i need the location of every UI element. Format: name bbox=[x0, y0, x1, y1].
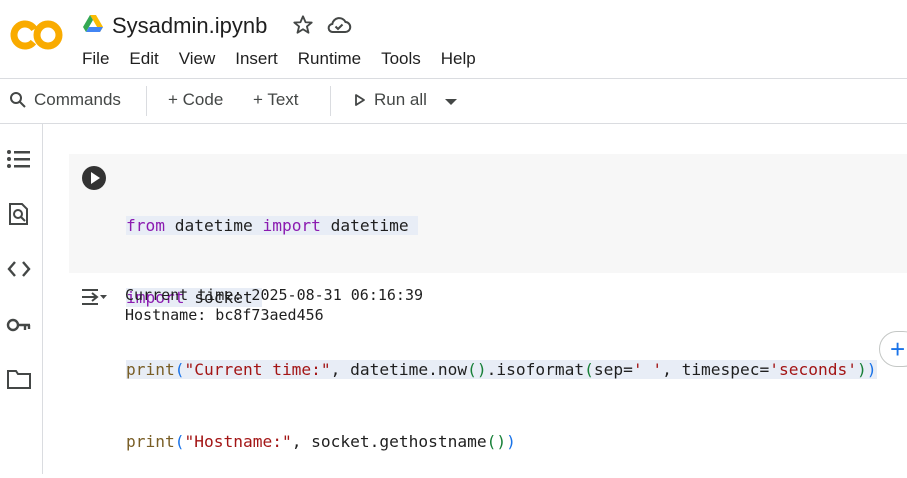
add-code-label: + Code bbox=[168, 90, 224, 109]
add-text-button[interactable]: + Text bbox=[253, 90, 299, 110]
code-line: print("Hostname:", socket.gethostname()) bbox=[126, 432, 516, 451]
toolbar-divider bbox=[330, 86, 331, 116]
sidebar-divider bbox=[42, 124, 43, 474]
star-icon[interactable] bbox=[292, 14, 314, 36]
google-drive-icon[interactable] bbox=[83, 15, 103, 33]
menu-insert[interactable]: Insert bbox=[235, 49, 278, 69]
table-of-contents-icon[interactable] bbox=[6, 147, 32, 171]
cloud-saved-icon[interactable] bbox=[326, 14, 352, 36]
code-line: from datetime import datetime bbox=[126, 216, 419, 235]
output-actions-icon[interactable] bbox=[80, 286, 108, 308]
find-replace-icon[interactable] bbox=[6, 202, 32, 226]
notebook-title[interactable]: Sysadmin.ipynb bbox=[112, 13, 267, 39]
toolbar-divider-bottom bbox=[0, 123, 907, 124]
output-line: Current time: 2025-08-31 06:16:39 bbox=[125, 286, 424, 304]
commands-label: Commands bbox=[34, 90, 121, 109]
menu-tools[interactable]: Tools bbox=[381, 49, 421, 69]
add-cell-button[interactable]: + bbox=[879, 331, 907, 367]
toolbar-divider bbox=[146, 86, 147, 116]
menu-runtime[interactable]: Runtime bbox=[298, 49, 361, 69]
menu-help[interactable]: Help bbox=[441, 49, 476, 69]
files-folder-icon[interactable] bbox=[6, 367, 32, 391]
run-cell-button[interactable] bbox=[81, 165, 107, 191]
secrets-key-icon[interactable] bbox=[6, 313, 32, 337]
code-snippets-icon[interactable] bbox=[6, 257, 32, 281]
code-line: print("Current time:", datetime.now().is… bbox=[126, 360, 877, 379]
menu-bar: File Edit View Insert Runtime Tools Help bbox=[82, 49, 496, 69]
add-text-label: + Text bbox=[253, 90, 299, 109]
chevron-down-icon[interactable] bbox=[444, 97, 458, 107]
search-icon bbox=[10, 92, 26, 108]
run-all-button[interactable]: Run all bbox=[354, 90, 427, 110]
commands-button[interactable]: Commands bbox=[9, 90, 121, 110]
colab-logo bbox=[10, 20, 63, 50]
play-icon bbox=[355, 94, 365, 106]
cell-output: Current time: 2025-08-31 06:16:39 Hostna… bbox=[125, 285, 423, 325]
add-code-button[interactable]: + Code bbox=[168, 90, 223, 110]
output-line: Hostname: bc8f73aed456 bbox=[125, 306, 324, 324]
run-all-label: Run all bbox=[374, 90, 427, 109]
menu-view[interactable]: View bbox=[179, 49, 216, 69]
plus-icon: + bbox=[890, 334, 906, 364]
menu-edit[interactable]: Edit bbox=[129, 49, 158, 69]
header-divider bbox=[0, 78, 907, 79]
menu-file[interactable]: File bbox=[82, 49, 109, 69]
